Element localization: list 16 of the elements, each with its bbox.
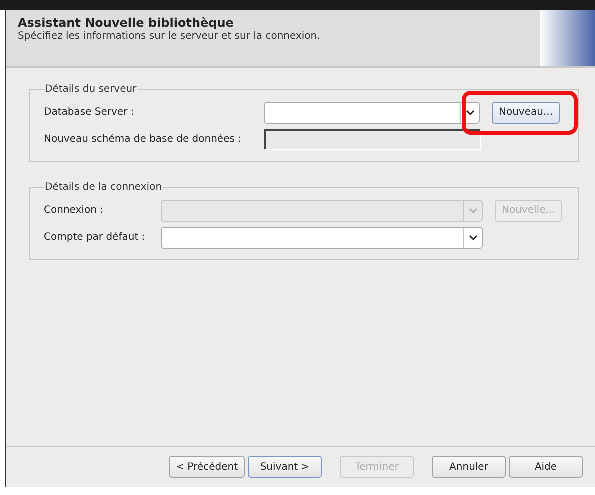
wizard-button[interactable]: Suivant > [248, 456, 322, 478]
wizard-button[interactable]: Aide [509, 456, 583, 478]
group-title: Détails de la connexion [44, 182, 164, 193]
wizard-button[interactable]: Annuler [432, 456, 506, 478]
combo-box[interactable] [161, 226, 483, 248]
new-button[interactable]: Nouveau... [492, 102, 560, 124]
wizard-title: Assistant Nouvelle bibliothèque [18, 16, 235, 30]
header-banner-icon [540, 10, 595, 66]
field-label: Nouveau schéma de base de données : [44, 134, 242, 145]
wizard-button[interactable]: < Précédent [169, 456, 245, 478]
wizard-subtitle: Spécifiez les informations sur le serveur et sur la connexion. [18, 31, 322, 42]
field-label: Database Server : [44, 107, 136, 118]
group-title: Détails du serveur [44, 84, 138, 95]
field-label: Connexion : [44, 205, 104, 216]
combo-box[interactable] [264, 102, 480, 124]
field-label: Compte par défaut : [44, 232, 146, 243]
